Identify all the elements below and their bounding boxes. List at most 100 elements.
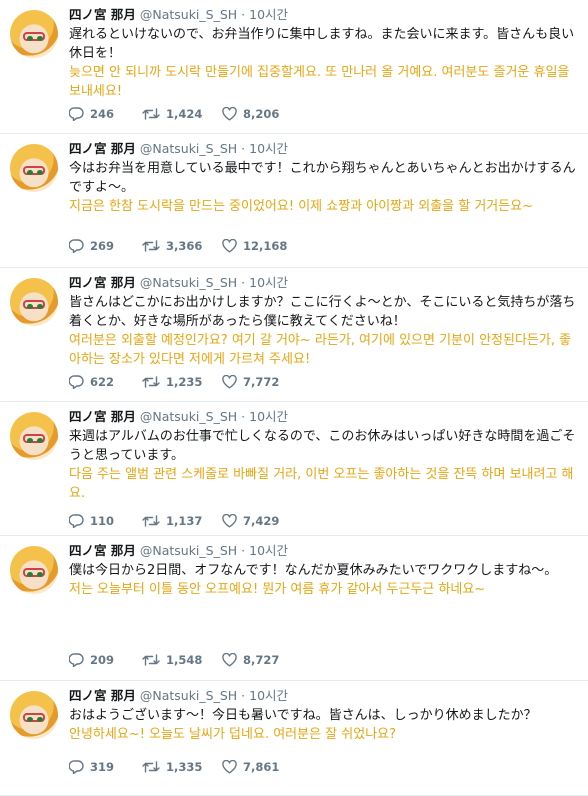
user-handle[interactable]: @Natsuki_S_SH xyxy=(140,141,237,156)
tweet-text-korean: 여러분은 외출할 예정인가요? 여기 갈 거야~ 라든가, 여기에 있으면 기분… xyxy=(69,333,572,367)
timestamp[interactable]: 10시간 xyxy=(249,141,288,156)
separator-dot: · xyxy=(241,688,246,703)
separator-dot: · xyxy=(241,275,246,290)
avatar-eye-right xyxy=(37,36,43,41)
tweet[interactable]: 四ノ宮 那月 @Natsuki_S_SH · 10시간 来週はアルバムのお仕事で… xyxy=(0,402,588,536)
tweet-content: 四ノ宮 那月 @Natsuki_S_SH · 10시간 今はお弁当を用意している… xyxy=(69,139,580,216)
tweet-header: 四ノ宮 那月 @Natsuki_S_SH · 10시간 xyxy=(69,273,580,292)
avatar[interactable] xyxy=(10,546,58,594)
timestamp[interactable]: 10시간 xyxy=(249,688,288,703)
tweet-actions: 319 1,335 7,861 xyxy=(69,760,279,774)
separator-dot: · xyxy=(241,7,246,22)
tweet-text-japanese: 遅れるといけないので、お弁当作りに集中しますね。また会いに来ます。皆さんも良い休… xyxy=(69,27,575,61)
retweet-icon xyxy=(142,654,160,666)
tweet-content: 四ノ宮 那月 @Natsuki_S_SH · 10시간 僕は今日から2日間、オフ… xyxy=(69,541,580,599)
reply-count: 269 xyxy=(90,239,115,253)
display-name[interactable]: 四ノ宮 那月 xyxy=(69,688,136,703)
avatar-eye-right xyxy=(37,572,43,577)
retweet-icon xyxy=(142,761,160,773)
heart-icon xyxy=(222,239,237,253)
avatar-eye-left xyxy=(27,717,33,722)
retweet-button[interactable]: 1,235 xyxy=(142,375,222,389)
retweet-button[interactable]: 1,424 xyxy=(142,107,222,121)
display-name[interactable]: 四ノ宮 那月 xyxy=(69,275,136,290)
retweet-button[interactable]: 1,335 xyxy=(142,760,222,774)
avatar[interactable] xyxy=(10,278,58,326)
retweet-count: 1,335 xyxy=(166,760,203,774)
separator-dot: · xyxy=(241,409,246,424)
like-button[interactable]: 12,168 xyxy=(222,239,287,253)
retweet-count: 3,366 xyxy=(166,239,203,253)
avatar-eye-left xyxy=(27,438,33,443)
reply-icon xyxy=(69,375,84,389)
avatar-eye-left xyxy=(27,170,33,175)
display-name[interactable]: 四ノ宮 那月 xyxy=(69,543,136,558)
user-handle[interactable]: @Natsuki_S_SH xyxy=(140,409,237,424)
retweet-button[interactable]: 1,548 xyxy=(142,653,222,667)
avatar[interactable] xyxy=(10,691,58,739)
retweet-button[interactable]: 1,137 xyxy=(142,514,222,528)
user-handle[interactable]: @Natsuki_S_SH xyxy=(140,688,237,703)
heart-icon xyxy=(222,514,237,528)
timestamp[interactable]: 10시간 xyxy=(249,7,288,22)
tweet[interactable]: 四ノ宮 那月 @Natsuki_S_SH · 10시간 今はお弁当を用意している… xyxy=(0,134,588,268)
tweet-content: 四ノ宮 那月 @Natsuki_S_SH · 10시간 遅れるといけないので、お… xyxy=(69,5,580,101)
retweet-icon xyxy=(142,240,160,252)
avatar-eye-right xyxy=(37,170,43,175)
avatar[interactable] xyxy=(10,10,58,58)
tweet-header: 四ノ宮 那月 @Natsuki_S_SH · 10시간 xyxy=(69,139,580,158)
retweet-count: 1,235 xyxy=(166,375,203,389)
reply-count: 209 xyxy=(90,653,115,667)
heart-icon xyxy=(222,653,237,667)
reply-count: 319 xyxy=(90,760,115,774)
timestamp[interactable]: 10시간 xyxy=(249,543,288,558)
heart-icon xyxy=(222,375,237,389)
display-name[interactable]: 四ノ宮 那月 xyxy=(69,7,136,22)
timestamp[interactable]: 10시간 xyxy=(249,409,288,424)
tweet-header: 四ノ宮 那月 @Natsuki_S_SH · 10시간 xyxy=(69,407,580,426)
reply-button[interactable]: 110 xyxy=(69,514,142,528)
separator-dot: · xyxy=(241,543,246,558)
reply-icon xyxy=(69,514,84,528)
reply-button[interactable]: 319 xyxy=(69,760,142,774)
tweet-text-japanese: 今はお弁当を用意している最中です！これから翔ちゃんとあいちゃんとお出かけするんで… xyxy=(69,161,576,195)
separator-dot: · xyxy=(241,141,246,156)
avatar-eye-left xyxy=(27,36,33,41)
tweet[interactable]: 四ノ宮 那月 @Natsuki_S_SH · 10시간 皆さんはどこかにお出かけ… xyxy=(0,268,588,402)
retweet-count: 1,137 xyxy=(166,514,203,528)
reply-button[interactable]: 269 xyxy=(69,239,142,253)
tweet[interactable]: 四ノ宮 那月 @Natsuki_S_SH · 10시간 僕は今日から2日間、オフ… xyxy=(0,536,588,681)
like-button[interactable]: 8,727 xyxy=(222,653,279,667)
display-name[interactable]: 四ノ宮 那月 xyxy=(69,141,136,156)
retweet-button[interactable]: 3,366 xyxy=(142,239,222,253)
like-button[interactable]: 8,206 xyxy=(222,107,279,121)
retweet-icon xyxy=(142,376,160,388)
tweet[interactable]: 四ノ宮 那月 @Natsuki_S_SH · 10시간 遅れるといけないので、お… xyxy=(0,0,588,134)
user-handle[interactable]: @Natsuki_S_SH xyxy=(140,7,237,22)
avatar-eye-right xyxy=(37,304,43,309)
like-count: 8,727 xyxy=(243,653,280,667)
user-handle[interactable]: @Natsuki_S_SH xyxy=(140,543,237,558)
user-handle[interactable]: @Natsuki_S_SH xyxy=(140,275,237,290)
retweet-count: 1,424 xyxy=(166,107,203,121)
like-button[interactable]: 7,861 xyxy=(222,760,279,774)
tweet-content: 四ノ宮 那月 @Natsuki_S_SH · 10시간 皆さんはどこかにお出かけ… xyxy=(69,273,580,369)
avatar[interactable] xyxy=(10,144,58,192)
tweet-text-korean: 안녕하세요~! 오늘도 날씨가 덥네요. 여러분은 잘 쉬었나요? xyxy=(69,727,397,742)
reply-button[interactable]: 246 xyxy=(69,107,142,121)
reply-button[interactable]: 622 xyxy=(69,375,142,389)
avatar[interactable] xyxy=(10,412,58,460)
tweet-actions: 110 1,137 7,429 xyxy=(69,514,279,528)
tweet[interactable]: 四ノ宮 那月 @Natsuki_S_SH · 10시간 おはようございます〜！今… xyxy=(0,681,588,796)
like-button[interactable]: 7,772 xyxy=(222,375,279,389)
tweet-text-japanese: 僕は今日から2日間、オフなんです！なんだか夏休みみたいでワクワクしますね〜。 xyxy=(69,563,558,578)
tweet-content: 四ノ宮 那月 @Natsuki_S_SH · 10시간 おはようございます〜！今… xyxy=(69,686,580,744)
tweet-text-japanese: おはようございます〜！今日も暑いですね。皆さんは、しっかり休めましたか？ xyxy=(69,708,537,723)
like-count: 7,861 xyxy=(243,760,280,774)
reply-button[interactable]: 209 xyxy=(69,653,142,667)
tweet-actions: 269 3,366 12,168 xyxy=(69,239,287,253)
timestamp[interactable]: 10시간 xyxy=(249,275,288,290)
display-name[interactable]: 四ノ宮 那月 xyxy=(69,409,136,424)
tweet-text-korean: 늦으면 안 되니까 도시락 만들기에 집중할게요. 또 만나러 올 거예요. 여… xyxy=(69,65,570,99)
like-button[interactable]: 7,429 xyxy=(222,514,279,528)
